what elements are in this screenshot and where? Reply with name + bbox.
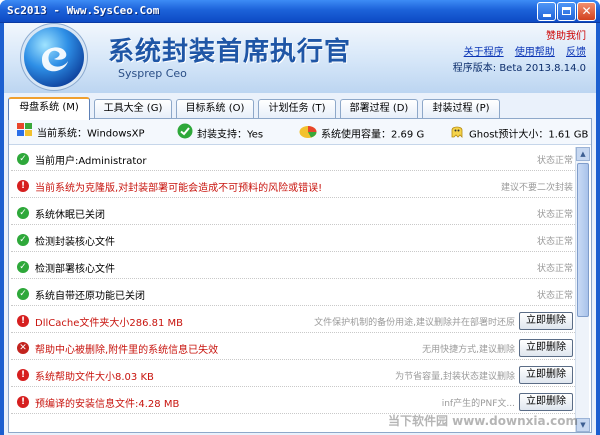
item-text: 系统自带还原功能已关闭 [35, 291, 145, 302]
info-seal-support: 封装支持：Yes [177, 123, 263, 141]
tab-tools[interactable]: 工具大全 (G) [94, 99, 172, 119]
app-window: Sc2013 - Www.SysCeo.Com ✕ 系统封装首席执行官 Sysp… [0, 0, 600, 435]
minimize-button[interactable] [537, 2, 556, 21]
item-text: 当前用户:Administrator [35, 156, 147, 167]
list-item: ✓ 系统休眠已关闭 状态正常 [11, 201, 577, 225]
ghost-size-text: Ghost预计大小：1.61 GB [469, 129, 589, 141]
scroll-up-icon[interactable]: ▲ [576, 147, 590, 161]
help-link[interactable]: 使用帮助 [515, 47, 555, 58]
list-item: ✓ 当前用户:Administrator 状态正常 [11, 147, 577, 171]
item-note: inf产生的PNF文... [441, 399, 515, 409]
main-area: 母盘系统 (M) 工具大全 (G) 目标系统 (O) 计划任务 (T) 部署过程… [4, 93, 596, 435]
list-item: ✕ 帮助中心被删除,附件里的系统信息已失效 无用快捷方式,建议删除 立即删除 [11, 336, 577, 360]
app-subtitle: Sysprep Ceo [118, 67, 187, 80]
windows-flag-icon [17, 123, 33, 144]
site-watermark: 当下软件园 www.downxia.com [387, 414, 578, 428]
delete-pnf-button[interactable]: 立即删除 [519, 393, 573, 411]
maximize-icon [562, 7, 571, 15]
tab-master-system[interactable]: 母盘系统 (M) [8, 97, 90, 120]
delete-help-files-button[interactable]: 立即删除 [519, 366, 573, 384]
item-note: 文件保护机制的备份用途,建议删除并在部署时还原 [314, 318, 515, 328]
close-button[interactable]: ✕ [577, 2, 596, 21]
tab-scheduled-tasks[interactable]: 计划任务 (T) [258, 99, 336, 119]
info-ghost-size: Ghost预计大小：1.61 GB [449, 123, 588, 141]
system-info-bar: 当前系统：WindowsXP 封装支持：Yes 系统使用容量：2.69 G Gh… [9, 119, 591, 145]
info-current-system: 当前系统：WindowsXP [17, 123, 145, 141]
ok-check-icon: ✓ [17, 261, 29, 273]
version-label: 程序版本: Beta 2013.8.14.0 [452, 63, 586, 74]
warning-icon: ! [17, 396, 29, 408]
list-item: ✓ 检测部署核心文件 状态正常 [11, 255, 577, 279]
item-text: 系统休眠已关闭 [35, 210, 105, 221]
item-status: 状态正常 [536, 291, 573, 301]
window-title: Sc2013 - Www.SysCeo.Com [7, 4, 160, 17]
system-usage-text: 系统使用容量：2.69 G [321, 129, 425, 141]
item-text: 当前系统为克隆版,对封装部署可能会造成不可预料的风险或错误! [35, 183, 323, 194]
about-link[interactable]: 关于程序 [464, 47, 504, 58]
sponsor-link-wrap: 赞助我们 [546, 27, 586, 42]
vertical-scrollbar[interactable]: ▲ ▼ [575, 147, 590, 432]
item-text: 检测封装核心文件 [35, 237, 115, 248]
delete-help-center-button[interactable]: 立即删除 [519, 339, 573, 357]
list-item: ! 系统帮助文件大小8.03 KB 为节省容量,封装状态建议删除 立即删除 [11, 363, 577, 387]
check-list: ✓ 当前用户:Administrator 状态正常 ! 当前系统为克隆版,对封装… [11, 147, 577, 432]
sponsor-link[interactable]: 赞助我们 [546, 31, 586, 42]
item-text: 预编译的安装信息文件:4.28 MB [35, 399, 180, 410]
list-item: ✓ 系统自带还原功能已关闭 状态正常 [11, 282, 577, 306]
ok-check-icon: ✓ [17, 153, 29, 165]
current-system-text: 当前系统：WindowsXP [37, 128, 145, 140]
list-item: ! 当前系统为克隆版,对封装部署可能会造成不可预料的风险或错误! 建议不要二次封… [11, 174, 577, 198]
app-name: 系统封装首席执行官 [108, 37, 352, 67]
tab-seal-process[interactable]: 封装过程 (P) [422, 99, 500, 119]
item-text: DllCache文件夹大小286.81 MB [35, 318, 184, 329]
item-status: 建议不要二次封装 [500, 183, 573, 193]
ok-check-icon: ✓ [17, 207, 29, 219]
scroll-thumb[interactable] [577, 163, 589, 317]
tab-deploy-process[interactable]: 部署过程 (D) [340, 99, 418, 119]
ok-check-icon: ✓ [17, 288, 29, 300]
delete-dllcache-button[interactable]: 立即删除 [519, 312, 573, 330]
pie-chart-icon [299, 123, 317, 146]
warning-icon: ! [17, 180, 29, 192]
tab-panel-master-system: 当前系统：WindowsXP 封装支持：Yes 系统使用容量：2.69 G Gh… [8, 118, 592, 433]
seal-support-text: 封装支持：Yes [197, 129, 264, 141]
item-status: 状态正常 [536, 210, 573, 220]
tab-bar: 母盘系统 (M) 工具大全 (G) 目标系统 (O) 计划任务 (T) 部署过程… [8, 97, 592, 120]
list-item: ! 预编译的安装信息文件:4.28 MB inf产生的PNF文... 立即删除 [11, 390, 577, 414]
item-status: 状态正常 [536, 264, 573, 274]
warning-icon: ! [17, 369, 29, 381]
list-item: ✓ 检测封装核心文件 状态正常 [11, 228, 577, 252]
warning-icon: ! [17, 315, 29, 327]
tab-target-system[interactable]: 目标系统 (O) [176, 99, 254, 119]
error-icon: ✕ [17, 342, 29, 354]
minimize-icon [542, 14, 551, 17]
item-note: 为节省容量,封装状态建议删除 [395, 372, 515, 382]
app-logo-icon [24, 27, 84, 87]
info-system-usage: 系统使用容量：2.69 G [299, 123, 424, 141]
ok-check-icon: ✓ [17, 234, 29, 246]
item-text: 检测部署核心文件 [35, 264, 115, 275]
scroll-down-icon[interactable]: ▼ [576, 418, 590, 432]
feedback-link[interactable]: 反馈 [566, 47, 586, 58]
item-status: 状态正常 [536, 237, 573, 247]
header-links: 关于程序 使用帮助 反馈 [456, 43, 586, 58]
item-status: 状态正常 [536, 156, 573, 166]
ghost-icon [449, 123, 465, 146]
item-text: 帮助中心被删除,附件里的系统信息已失效 [35, 345, 219, 356]
check-circle-icon [177, 123, 193, 146]
item-note: 无用快捷方式,建议删除 [422, 345, 515, 355]
list-item: ! DllCache文件夹大小286.81 MB 文件保护机制的备份用途,建议删… [11, 309, 577, 333]
item-text: 系统帮助文件大小8.03 KB [35, 372, 154, 383]
maximize-button[interactable] [557, 2, 576, 21]
header-banner: 系统封装首席执行官 Sysprep Ceo 赞助我们 关于程序 使用帮助 反馈 … [4, 23, 596, 93]
title-bar[interactable]: Sc2013 - Www.SysCeo.Com ✕ [0, 0, 600, 23]
close-icon: ✕ [581, 4, 592, 18]
